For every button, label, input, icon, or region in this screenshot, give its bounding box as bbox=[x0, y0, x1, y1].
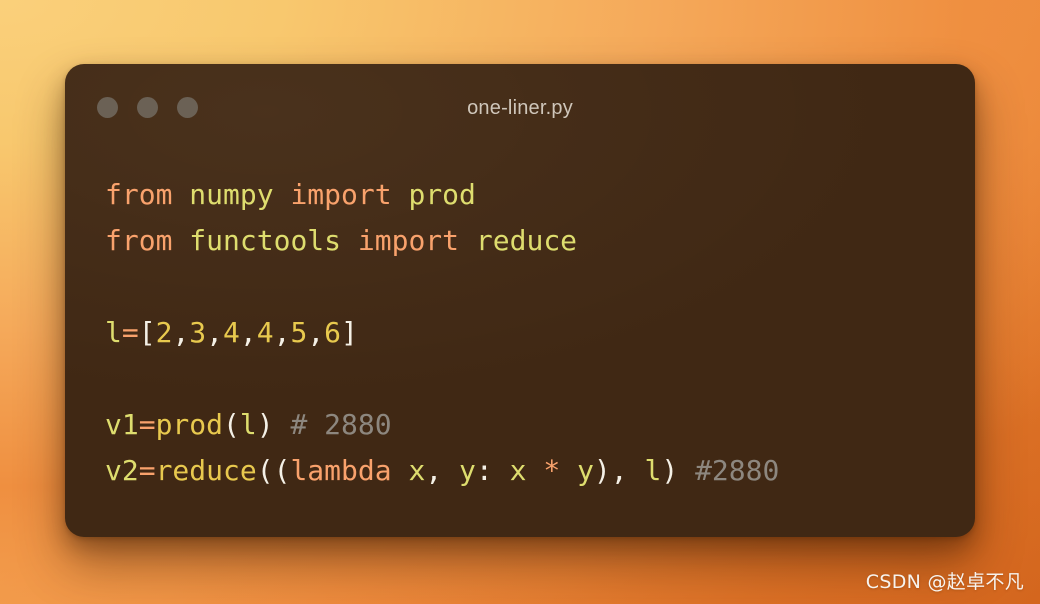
code-token-name: functools bbox=[189, 224, 342, 257]
code-token-comment: # 2880 bbox=[290, 408, 392, 441]
code-token-punct: [ bbox=[138, 316, 156, 349]
screenshot-canvas: one-liner.py from numpy import prod from … bbox=[0, 0, 1040, 604]
code-token-punct: , bbox=[425, 454, 460, 487]
code-token-punct: , bbox=[273, 316, 291, 349]
code-token-op: = bbox=[138, 454, 156, 487]
code-token-op: = bbox=[121, 316, 139, 349]
code-token-name: prod bbox=[408, 178, 476, 211]
code-token-name: v1 bbox=[105, 408, 139, 441]
code-token-op: * bbox=[543, 454, 561, 487]
code-snippet-card: one-liner.py from numpy import prod from … bbox=[65, 64, 975, 537]
code-token-keyword: from bbox=[105, 178, 173, 211]
code-block[interactable]: from numpy import prod from functools imp… bbox=[105, 172, 951, 494]
code-token-number: 6 bbox=[324, 316, 342, 349]
code-token-punct: ( bbox=[223, 408, 240, 441]
code-token-punct: : bbox=[475, 454, 510, 487]
code-token-func: prod bbox=[155, 408, 224, 441]
code-token-number: 4 bbox=[223, 316, 240, 349]
code-token-punct: ) bbox=[256, 408, 274, 441]
code-token-punct: , bbox=[307, 316, 325, 349]
watermark: CSDN @赵卓不凡 bbox=[865, 571, 1024, 593]
code-token-keyword: import bbox=[357, 224, 460, 257]
code-token-punct: , bbox=[206, 316, 224, 349]
code-token-name: x bbox=[509, 454, 527, 487]
card-title-bar: one-liner.py bbox=[65, 64, 975, 152]
code-line: from numpy import prod bbox=[105, 172, 951, 218]
code-token-punct: ) bbox=[661, 454, 679, 487]
code-token-name: x bbox=[408, 454, 426, 487]
code-token-name: l bbox=[239, 408, 257, 441]
code-token-name: numpy bbox=[189, 178, 274, 211]
code-token-comment: #2880 bbox=[695, 454, 780, 487]
code-token-name: v2 bbox=[105, 454, 139, 487]
code-line: v2=reduce((lambda x, y: x * y), l) #2880 bbox=[105, 448, 951, 494]
code-token-keyword: lambda bbox=[290, 454, 392, 487]
code-token-punct: , bbox=[239, 316, 257, 349]
code-token-op: = bbox=[138, 408, 156, 441]
code-token-name: reduce bbox=[475, 224, 578, 257]
code-token-name: y bbox=[577, 454, 594, 487]
code-token-number: 3 bbox=[189, 316, 207, 349]
code-token-func: reduce bbox=[155, 454, 257, 487]
code-token-name: y bbox=[459, 454, 476, 487]
code-line: l=[2,3,4,4,5,6] bbox=[105, 310, 951, 356]
code-token-number: 2 bbox=[155, 316, 173, 349]
code-token-punct: (( bbox=[256, 454, 291, 487]
code-line: from functools import reduce bbox=[105, 218, 951, 264]
window-title: one-liner.py bbox=[467, 96, 573, 119]
code-token-number: 5 bbox=[290, 316, 308, 349]
code-token-punct: , bbox=[172, 316, 190, 349]
code-line: v1=prod(l) # 2880 bbox=[105, 402, 951, 448]
code-token-name: l bbox=[644, 454, 662, 487]
code-token-number: 4 bbox=[256, 316, 274, 349]
code-token-punct: ] bbox=[341, 316, 358, 349]
code-token-punct: ), bbox=[593, 454, 645, 487]
code-token-name: l bbox=[105, 316, 122, 349]
code-token-keyword: import bbox=[290, 178, 392, 211]
code-token-keyword: from bbox=[105, 224, 173, 257]
